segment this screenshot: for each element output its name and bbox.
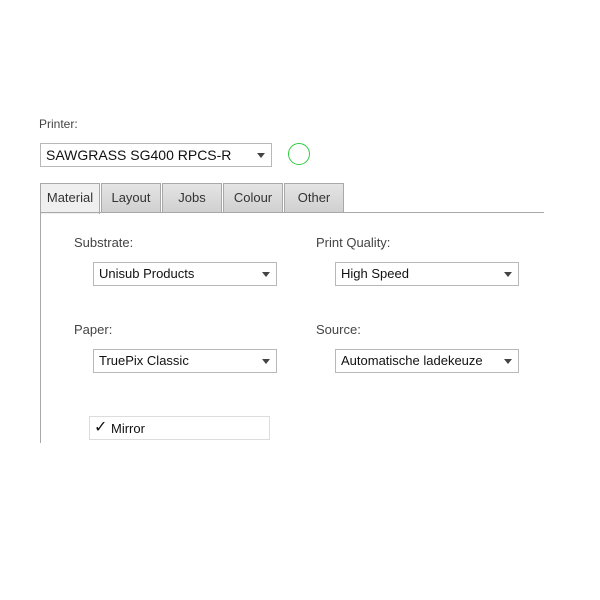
paper-label: Paper: [74, 322, 113, 337]
chevron-down-icon [504, 359, 512, 364]
source-label: Source: [316, 322, 361, 337]
paper-value: TruePix Classic [99, 353, 189, 368]
print-quality-dropdown[interactable]: High Speed [335, 262, 519, 286]
checkmark-icon: ✓ [94, 419, 108, 436]
tab-other[interactable]: Other [284, 183, 344, 213]
print-quality-label: Print Quality: [316, 235, 391, 250]
tab-layout[interactable]: Layout [101, 183, 161, 213]
substrate-value: Unisub Products [99, 266, 195, 281]
chevron-down-icon [257, 153, 265, 158]
source-dropdown[interactable]: Automatische ladekeuze [335, 349, 519, 373]
printer-label: Printer: [39, 117, 78, 131]
substrate-dropdown[interactable]: Unisub Products [93, 262, 277, 286]
paper-dropdown[interactable]: TruePix Classic [93, 349, 277, 373]
mirror-checkbox[interactable]: ✓ Mirror [89, 416, 270, 440]
tab-material[interactable]: Material [40, 183, 100, 214]
tab-jobs[interactable]: Jobs [162, 183, 222, 213]
substrate-label: Substrate: [74, 235, 134, 250]
source-value: Automatische ladekeuze [341, 353, 483, 368]
tab-divider [40, 212, 544, 213]
print-settings-window: Printer: SAWGRASS SG400 RPCS-R Material … [0, 0, 600, 600]
printer-status-icon [288, 143, 310, 165]
tab-colour[interactable]: Colour [223, 183, 283, 213]
mirror-label: Mirror [111, 421, 145, 436]
chevron-down-icon [504, 272, 512, 277]
printer-dropdown-value: SAWGRASS SG400 RPCS-R [46, 147, 232, 163]
panel-border [40, 212, 41, 443]
chevron-down-icon [262, 359, 270, 364]
printer-dropdown[interactable]: SAWGRASS SG400 RPCS-R [40, 143, 272, 167]
print-quality-value: High Speed [341, 266, 409, 281]
chevron-down-icon [262, 272, 270, 277]
